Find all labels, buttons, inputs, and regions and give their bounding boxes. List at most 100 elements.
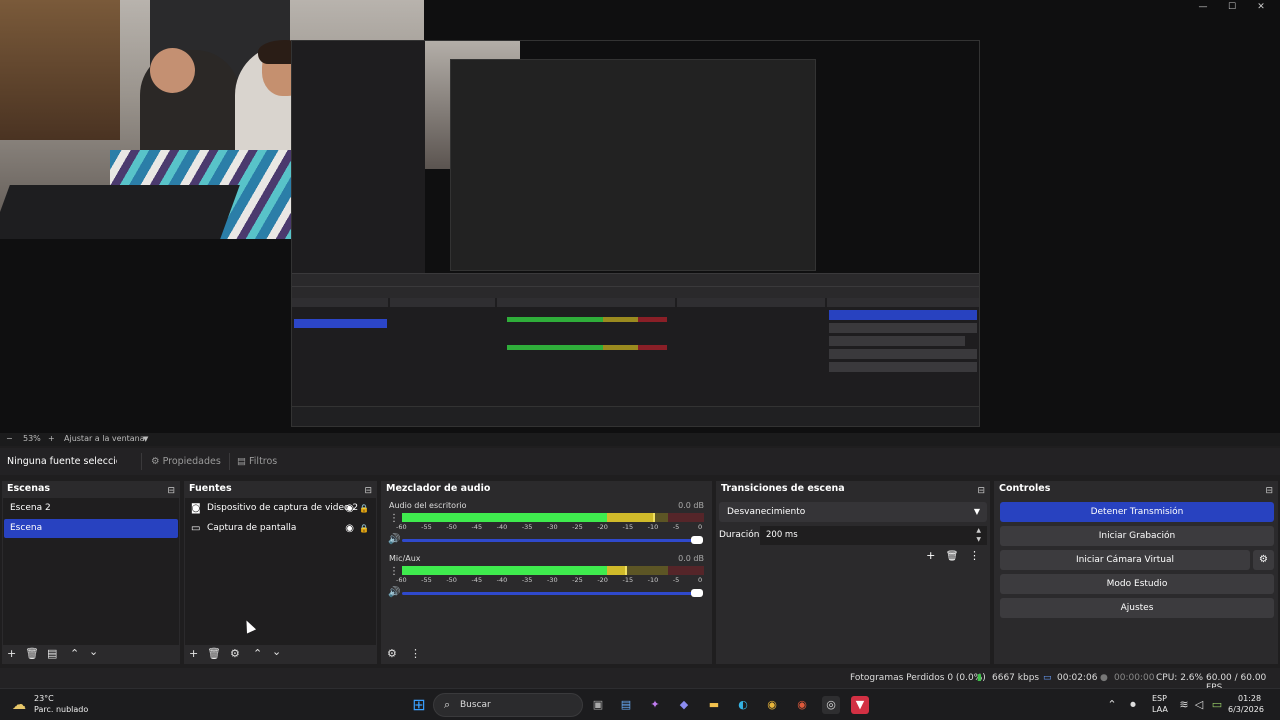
source-item[interactable]: ▭ Captura de pantalla ◉ 🔒	[185, 519, 376, 538]
meter-tick-label: -10	[647, 576, 659, 584]
chrome-profile-icon[interactable]: ◉	[793, 696, 811, 714]
divider	[141, 453, 142, 470]
properties-label: Propiedades	[162, 456, 221, 467]
camera-icon: ◙	[191, 503, 201, 514]
windows-start-icon[interactable]: ⊞	[410, 696, 428, 714]
undock-icon[interactable]: ⊟	[977, 483, 985, 499]
zoom-out-button[interactable]: −	[6, 434, 13, 443]
speaker-icon[interactable]: 🔊	[388, 534, 400, 545]
chrome-icon[interactable]: ◉	[763, 696, 781, 714]
zoom-dropdown-icon[interactable]: ▼	[143, 435, 148, 443]
taskbar-search[interactable]: ⌕ Buscar	[433, 693, 583, 717]
add-icon[interactable]: +	[926, 549, 935, 562]
undock-icon[interactable]: ⊟	[364, 483, 372, 499]
copilot-icon[interactable]: ✦	[646, 696, 664, 714]
scenes-toolbar: + 🗑 ▤ ⌃ ⌄	[2, 645, 180, 664]
speaker-icon[interactable]: 🔊	[388, 587, 400, 598]
scene-item-escena[interactable]: Escena	[4, 519, 178, 538]
meter-tick-label: -60	[396, 523, 407, 531]
meter-tick-label: -15	[622, 523, 634, 531]
nested-contextbar	[292, 286, 979, 298]
volume-slider[interactable]	[402, 592, 697, 595]
teams-icon[interactable]: ◆	[675, 696, 693, 714]
duration-input[interactable]: 200 ms ▲ ▼	[760, 526, 987, 545]
settings-button[interactable]: Ajustes	[1000, 598, 1274, 618]
virtual-camera-settings-gear-icon[interactable]: ⚙	[1253, 550, 1274, 570]
volume-slider-handle[interactable]	[691, 536, 703, 544]
controls-dock: Controles ⊟ Detener Transmisión Iniciar …	[993, 480, 1279, 665]
eye-icon[interactable]: ◉	[345, 519, 354, 538]
microphone-icon[interactable]: ⏺	[1124, 696, 1142, 714]
obs-icon[interactable]: ◎	[822, 696, 840, 714]
task-view-icon[interactable]: ▣	[589, 696, 607, 714]
channel-db: 0.0 dB	[678, 554, 704, 563]
battery-icon[interactable]: ▭	[1208, 696, 1226, 714]
nested-scene-selected	[294, 319, 387, 328]
lock-icon[interactable]: 🔒	[359, 519, 369, 538]
chevron-up-icon[interactable]: ⌃	[70, 648, 79, 660]
chevron-down-icon[interactable]: ⌄	[89, 646, 98, 658]
meter-ticks: -60 -55 -50 -45 -40 -35 -30 -25 -20 -15 -10 -5 0	[396, 523, 704, 531]
trash-icon[interactable]: 🗑	[25, 648, 39, 660]
start-virtual-camera-button[interactable]: Iniciar Cámara Virtual	[1000, 550, 1250, 570]
zoom-in-button[interactable]: +	[48, 434, 55, 443]
more-options-icon[interactable]: ⋮	[410, 648, 421, 660]
gear-icon[interactable]: ⚙	[230, 648, 240, 660]
weather-icon[interactable]: ☁	[10, 696, 28, 714]
nested-scenes-title	[292, 298, 388, 307]
transition-select[interactable]: Desvanecimiento ▼	[719, 502, 987, 522]
trash-icon[interactable]: 🗑	[207, 648, 221, 660]
filter-icon[interactable]: ▤	[47, 648, 57, 660]
language-bottom[interactable]: LAA	[1152, 705, 1168, 714]
start-recording-button[interactable]: Iniciar Grabación	[1000, 526, 1274, 546]
undock-icon[interactable]: ⊟	[1265, 483, 1273, 499]
audio-mixer-dock: Mezclador de audio Audio del escritorio …	[380, 480, 713, 665]
store-icon[interactable]: ▤	[617, 696, 635, 714]
edge-icon[interactable]: ◐	[734, 696, 752, 714]
volume-slider-handle[interactable]	[691, 589, 703, 597]
audio-settings-icon[interactable]: ⚙	[387, 648, 397, 660]
properties-button[interactable]: ⚙ Propiedades	[147, 453, 221, 470]
app-icon[interactable]: ▼	[851, 696, 869, 714]
volume-meter	[402, 566, 704, 575]
close-button[interactable]: ✕	[1244, 0, 1278, 14]
mixer-channel: Mic/Aux 0.0 dB ⋮ -60 -55 -50 -45 -40 -35 -30 -2…	[386, 554, 707, 604]
meter-tick-label: -20	[597, 576, 608, 584]
zoom-level: 53%	[23, 434, 41, 443]
fit-to-window-label[interactable]: Ajustar a la ventana	[64, 434, 145, 443]
preview-canvas[interactable]: — ☐ ✕	[0, 0, 1280, 433]
chevron-up-icon[interactable]: ⌃	[253, 648, 262, 660]
volume-slider[interactable]	[402, 539, 697, 542]
source-item[interactable]: ◙ Dispositivo de captura de video 2 ◉ 🔒	[185, 499, 376, 518]
stop-stream-button[interactable]: Detener Transmisión	[1000, 502, 1274, 522]
language-top[interactable]: ESP	[1152, 694, 1167, 703]
meter-fill	[402, 513, 608, 522]
clock-time[interactable]: 01:28	[1238, 694, 1261, 703]
trash-icon[interactable]: 🗑	[946, 551, 959, 562]
mixer-channels: Audio del escritorio 0.0 dB ⋮ -60 -55 -50-…	[382, 498, 711, 645]
eye-icon[interactable]: ◉	[345, 499, 354, 518]
meter-tick-label: -40	[496, 523, 508, 531]
lock-icon[interactable]: 🔒	[359, 499, 369, 518]
add-icon[interactable]: +	[189, 648, 198, 660]
meter-tick-label: -35	[521, 523, 533, 531]
clock-date[interactable]: 6/3/2026	[1228, 705, 1264, 714]
spinner-icon[interactable]: ▲ ▼	[976, 526, 981, 544]
screen-capture-source[interactable]	[291, 40, 980, 427]
scene-item-escena-2[interactable]: Escena 2	[4, 499, 178, 518]
more-options-icon[interactable]: ⋮	[969, 549, 980, 562]
cpu-usage: CPU: 2.6%	[1156, 673, 1204, 683]
volume-icon[interactable]: ◁	[1190, 696, 1208, 714]
chevron-down-icon[interactable]: ⌄	[272, 646, 281, 658]
weather-temp: 23°C	[34, 694, 54, 703]
chevron-up-icon[interactable]: ⌃	[1103, 696, 1121, 714]
scenes-dock: Escenas ⊟ Escena 2 Escena + 🗑 ▤ ⌃ ⌄	[1, 480, 181, 665]
undock-icon[interactable]: ⊟	[167, 483, 175, 499]
duration-value: 200 ms	[766, 530, 798, 540]
add-icon[interactable]: +	[7, 648, 16, 660]
studio-mode-button[interactable]: Modo Estudio	[1000, 574, 1274, 594]
filters-button[interactable]: ▤ Filtros	[233, 453, 277, 470]
folder-icon[interactable]: ▬	[705, 696, 723, 714]
stream-time: 00:02:06	[1057, 673, 1098, 683]
nested-button	[829, 362, 977, 372]
